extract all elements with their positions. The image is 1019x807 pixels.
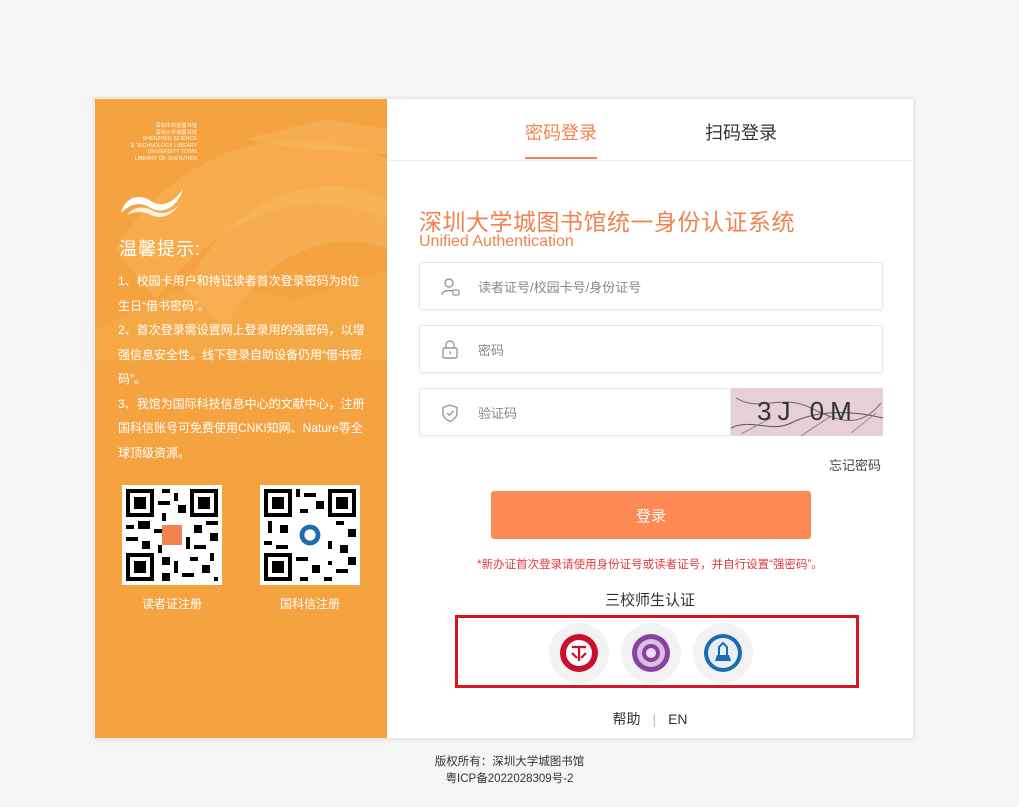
username-input[interactable] bbox=[476, 263, 730, 311]
shield-icon bbox=[442, 404, 458, 423]
reader-registration-qr-code bbox=[122, 485, 222, 585]
tab-password-login[interactable]: 密码登录 bbox=[525, 119, 597, 145]
icp-number[interactable]: 粤ICP备2022028309号-2 bbox=[0, 771, 1019, 788]
forgot-password-link[interactable]: 忘记密码 bbox=[829, 455, 881, 474]
qr-code-icon bbox=[260, 485, 360, 585]
library-logo: 深圳市科技图书馆 深圳大学城图书馆 SHENZHEN SCIENCE & TEC… bbox=[117, 121, 197, 217]
pku-login-button[interactable] bbox=[549, 623, 609, 683]
first-login-notice: *新办证首次登录请使用身份证号或读者证号，并自行设置“强密码”。 bbox=[477, 559, 823, 571]
lock-icon bbox=[442, 340, 458, 359]
help-link[interactable]: 帮助 bbox=[612, 711, 640, 727]
login-panel: 密码登录 扫码登录 深圳大学城图书馆统一身份认证系统 Unified Authe… bbox=[387, 99, 913, 738]
captcha-image[interactable]: 3J 0M bbox=[731, 388, 883, 436]
hit-login-button[interactable] bbox=[693, 623, 753, 683]
captcha-input[interactable] bbox=[476, 389, 730, 437]
active-tab-indicator bbox=[525, 157, 597, 159]
user-icon bbox=[441, 278, 460, 296]
captcha-field bbox=[419, 388, 731, 437]
copyright-text: 版权所有：深圳大学城图书馆 bbox=[434, 756, 585, 768]
reader-registration-label[interactable]: 读者证注册 bbox=[122, 595, 222, 612]
tab-qr-login[interactable]: 扫码登录 bbox=[705, 119, 777, 145]
page-footer: 版权所有：深圳大学城图书馆 粤ICP备2022028309号-2 bbox=[0, 754, 1019, 788]
hit-emblem-icon bbox=[704, 634, 742, 672]
tips-title: 温馨提示: bbox=[119, 239, 202, 259]
tip-item: 3、我馆为国际科技信息中心的文献中心，注册国科信账号可免费使用CNKI知网、Na… bbox=[118, 396, 365, 460]
qr-code-icon bbox=[122, 485, 222, 585]
captcha-text: 3J 0M bbox=[757, 396, 858, 426]
username-field bbox=[419, 262, 883, 311]
tips-list: 1、校园卡用户和持证读者首次登录密码为8位生日“借书密码”。 2、首次登录需设置… bbox=[118, 269, 368, 465]
logo-wave-icon bbox=[121, 189, 183, 217]
footer-links: 帮助 | EN bbox=[387, 709, 913, 729]
thu-login-button[interactable] bbox=[621, 623, 681, 683]
login-tabs: 密码登录 扫码登录 bbox=[387, 99, 913, 161]
link-separator: | bbox=[652, 711, 657, 727]
cstc-registration-qr-code bbox=[260, 485, 360, 585]
page-title: 深圳大学城图书馆统一身份认证系统 bbox=[419, 209, 795, 235]
password-input[interactable] bbox=[476, 326, 730, 374]
tip-item: 1、校园卡用户和持证读者首次登录密码为8位生日“借书密码”。 bbox=[118, 274, 360, 313]
language-switch-link[interactable]: EN bbox=[668, 711, 687, 727]
logo-line: LIBRARY OF SHENZHEN bbox=[134, 155, 197, 162]
info-panel: 深圳市科技图书馆 深圳大学城图书馆 SHENZHEN SCIENCE & TEC… bbox=[95, 99, 387, 738]
login-card: 深圳市科技图书馆 深圳大学城图书馆 SHENZHEN SCIENCE & TEC… bbox=[94, 98, 914, 739]
page-subtitle: Unified Authentication bbox=[419, 233, 574, 250]
thu-emblem-icon bbox=[632, 634, 670, 672]
password-field bbox=[419, 325, 883, 374]
sso-title: 三校师生认证 bbox=[604, 592, 695, 609]
pku-emblem-icon bbox=[560, 634, 598, 672]
login-button[interactable]: 登录 bbox=[491, 491, 811, 539]
tip-item: 2、首次登录需设置网上登录用的强密码，以增强信息安全性。线下登录自助设备仍用“借… bbox=[118, 323, 365, 386]
cstc-registration-label[interactable]: 国科信注册 bbox=[260, 595, 360, 612]
